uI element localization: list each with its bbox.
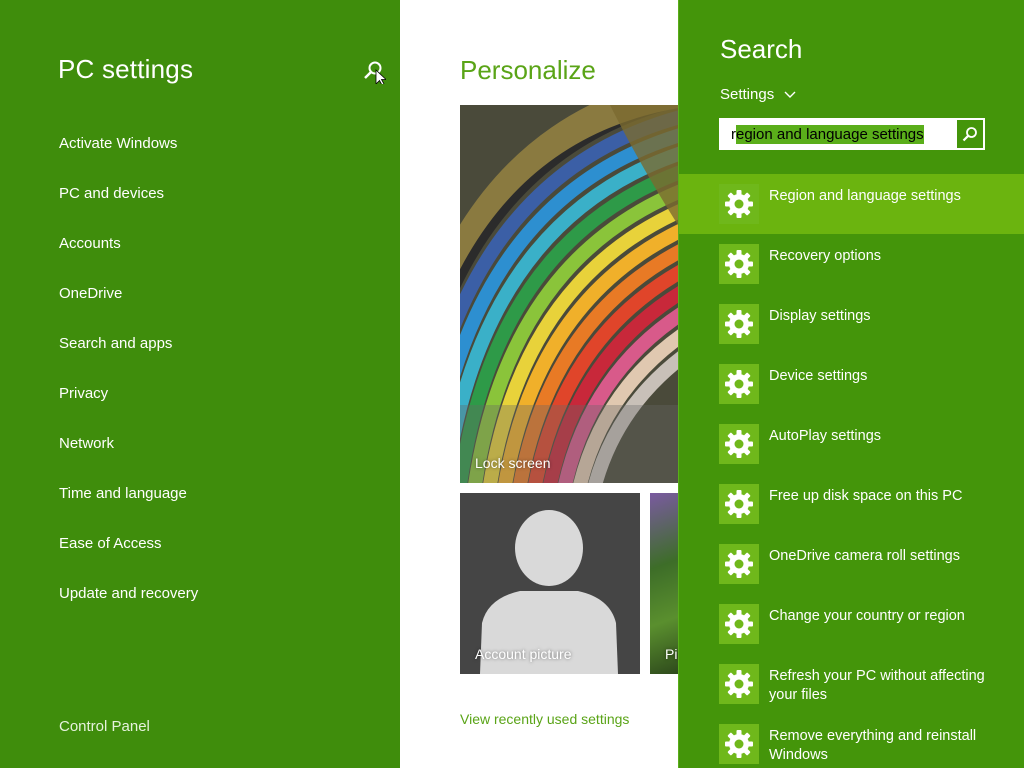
search-results-list: Region and language settings Recovery op… — [679, 174, 1024, 768]
search-result-label: OneDrive camera roll settings — [769, 548, 960, 564]
search-result-label: Region and language settings — [769, 188, 961, 204]
gear-icon — [719, 424, 759, 464]
search-result-label: Display settings — [769, 308, 871, 324]
recent-settings-link[interactable]: View recently used settings — [460, 711, 629, 727]
gear-icon — [719, 244, 759, 284]
gear-icon — [719, 604, 759, 644]
lock-screen-image — [460, 105, 678, 483]
search-result-label: Device settings — [769, 368, 868, 384]
search-result-label: Change your country or region — [769, 608, 965, 624]
search-result-label: Free up disk space on this PC — [769, 488, 963, 504]
gear-icon — [719, 484, 759, 524]
gear-icon — [719, 184, 759, 224]
picture-password-tile[interactable]: Pic — [650, 493, 678, 674]
section-title: Personalize — [460, 55, 596, 85]
search-result-item[interactable]: Device settings — [679, 354, 1024, 414]
nav-item-time-and-language[interactable]: Time and language — [59, 484, 198, 534]
search-button[interactable] — [360, 58, 386, 84]
nav-item-ease-of-access[interactable]: Ease of Access — [59, 534, 198, 584]
search-icon — [364, 61, 386, 84]
account-picture-label: Account picture — [475, 646, 572, 662]
search-icon — [962, 127, 977, 142]
search-charm-pane: Search Settings r egion and language sett… — [678, 0, 1024, 768]
search-scope-dropdown[interactable]: Settings — [720, 86, 796, 103]
gear-icon — [719, 724, 759, 764]
lock-screen-label: Lock screen — [475, 455, 551, 471]
search-result-item[interactable]: Change your country or region — [679, 594, 1024, 654]
search-result-item[interactable]: AutoPlay settings — [679, 414, 1024, 474]
nav-item-privacy[interactable]: Privacy — [59, 384, 198, 434]
search-input[interactable]: r egion and language settings — [719, 118, 985, 150]
page-title: PC settings — [58, 54, 194, 84]
search-result-item[interactable]: Display settings — [679, 294, 1024, 354]
search-result-item[interactable]: Refresh your PC without affecting your f… — [679, 654, 1024, 714]
personalize-content: Personalize Lock screen Account picture … — [400, 0, 678, 768]
lock-screen-tile[interactable]: Lock screen — [460, 105, 678, 483]
chevron-down-icon — [784, 91, 796, 98]
nav-list: Activate Windows PC and devices Accounts… — [59, 134, 198, 634]
nav-item-update-and-recovery[interactable]: Update and recovery — [59, 584, 198, 634]
search-query-selection: egion and language settings — [736, 124, 924, 144]
settings-nav-pane: PC settings Activate Windows PC and devi… — [0, 0, 400, 768]
nav-item-onedrive[interactable]: OneDrive — [59, 284, 198, 334]
nav-item-activate-windows[interactable]: Activate Windows — [59, 134, 198, 184]
search-result-label: Recovery options — [769, 248, 882, 264]
picture-tile-label: Pic — [665, 646, 678, 662]
search-result-item[interactable]: Remove everything and reinstall Windows — [679, 714, 1024, 768]
search-result-item[interactable]: Region and language settings — [679, 174, 1024, 234]
nav-item-pc-and-devices[interactable]: PC and devices — [59, 184, 198, 234]
nav-item-network[interactable]: Network — [59, 434, 198, 484]
search-query-text[interactable]: r egion and language settings — [719, 118, 955, 150]
search-result-item[interactable]: OneDrive camera roll settings — [679, 534, 1024, 594]
gear-icon — [719, 364, 759, 404]
search-result-label: Remove everything and reinstall Windows — [769, 728, 977, 763]
search-result-label: AutoPlay settings — [769, 428, 882, 444]
search-scope-label: Settings — [720, 86, 775, 103]
search-result-item[interactable]: Free up disk space on this PC — [679, 474, 1024, 534]
search-result-item[interactable]: Recovery options — [679, 234, 1024, 294]
search-title: Search — [720, 34, 803, 64]
control-panel-link[interactable]: Control Panel — [59, 718, 150, 735]
account-picture-tile[interactable]: Account picture — [460, 493, 640, 674]
nav-item-accounts[interactable]: Accounts — [59, 234, 198, 284]
search-result-label: Refresh your PC without affecting your f… — [769, 668, 985, 703]
search-submit-button[interactable] — [955, 118, 985, 150]
gear-icon — [719, 664, 759, 704]
gear-icon — [719, 304, 759, 344]
gear-icon — [719, 544, 759, 584]
nav-item-search-and-apps[interactable]: Search and apps — [59, 334, 198, 384]
